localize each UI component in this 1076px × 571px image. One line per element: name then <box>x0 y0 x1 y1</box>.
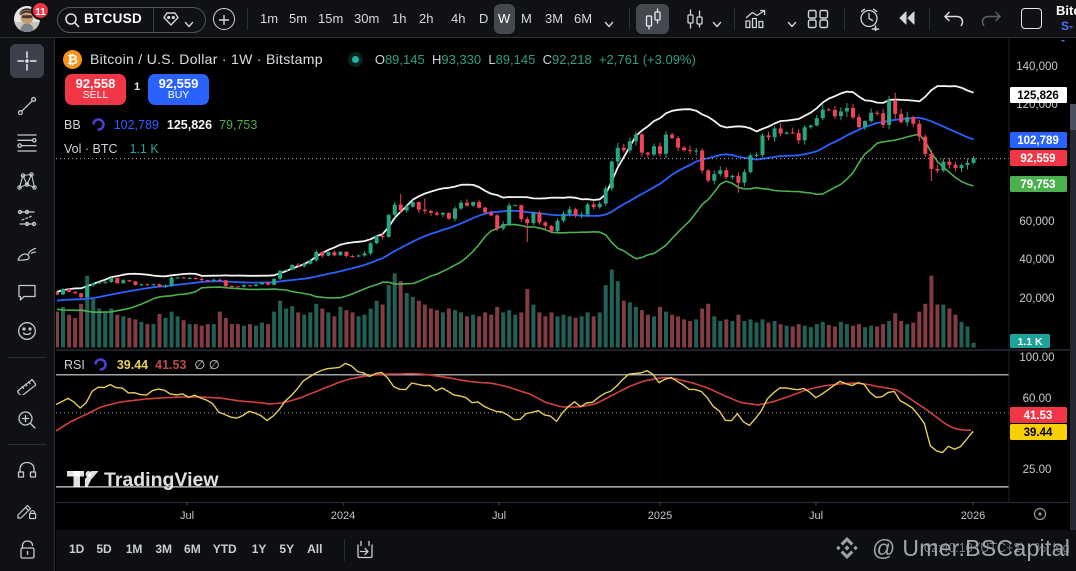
svg-text:2024: 2024 <box>331 510 355 522</box>
svg-text:TradingView: TradingView <box>104 469 219 491</box>
svg-text:79,753: 79,753 <box>1020 179 1055 191</box>
svg-text:41.53: 41.53 <box>1024 410 1053 422</box>
svg-text:60.00: 60.00 <box>1023 393 1052 405</box>
svg-text:39.44: 39.44 <box>1024 427 1053 439</box>
svg-text:Jul: Jul <box>180 510 194 522</box>
svg-text:102,789: 102,789 <box>1017 135 1059 147</box>
svg-text:100.00: 100.00 <box>1019 352 1054 364</box>
svg-text:1.1 K: 1.1 K <box>1017 336 1043 348</box>
svg-text:140,000: 140,000 <box>1016 61 1058 73</box>
svg-text:Jul: Jul <box>492 510 506 522</box>
svg-text:92,559: 92,559 <box>1020 153 1055 165</box>
svg-text:40,000: 40,000 <box>1019 254 1054 266</box>
svg-text:20,000: 20,000 <box>1019 293 1054 305</box>
svg-text:125,826: 125,826 <box>1017 90 1059 102</box>
svg-text:25.00: 25.00 <box>1023 464 1052 476</box>
svg-text:2026: 2026 <box>961 510 985 522</box>
svg-text:2025: 2025 <box>648 510 672 522</box>
svg-text:Jul: Jul <box>809 510 823 522</box>
svg-text:60,000: 60,000 <box>1019 216 1054 228</box>
